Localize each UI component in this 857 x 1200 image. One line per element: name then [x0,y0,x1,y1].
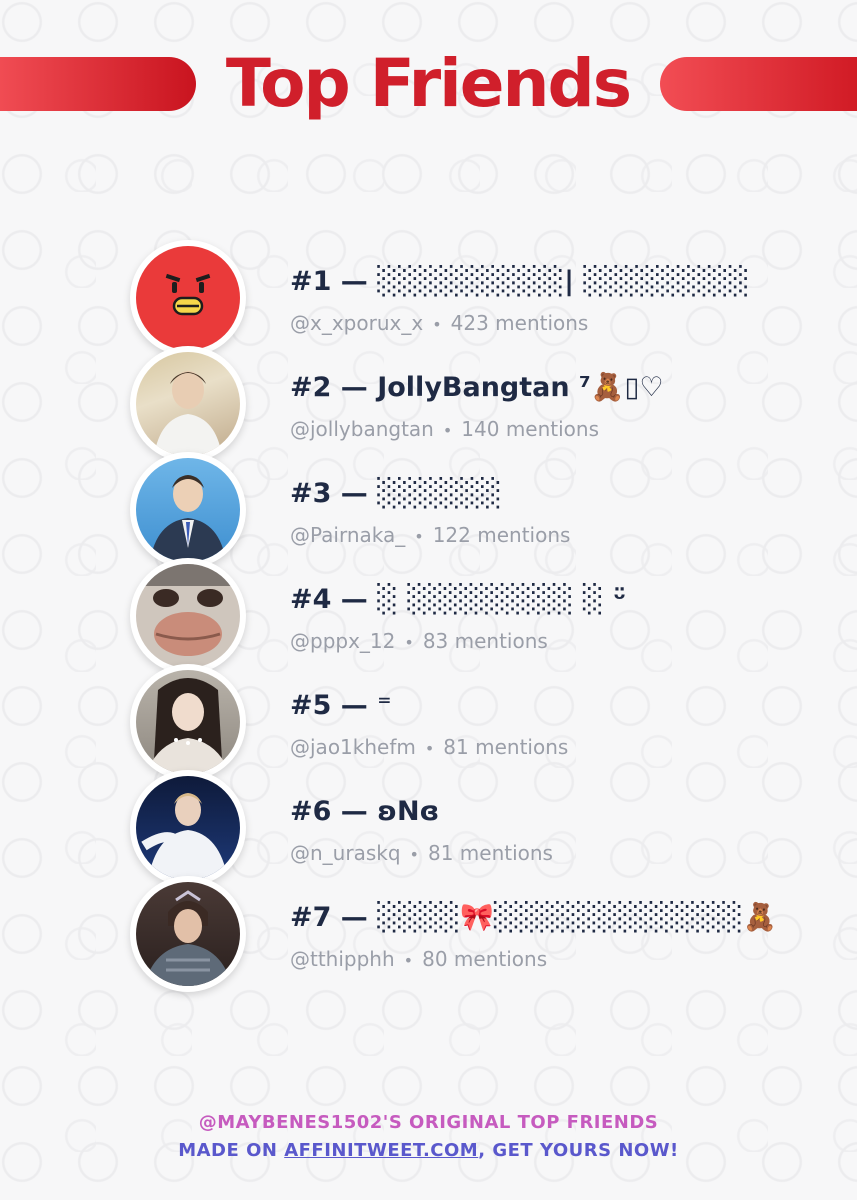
mention-count: 83 mentions [422,629,548,653]
friend-row-1[interactable]: #1 — ░░░░░░░░░| ░░░░░░░░ @x_xporux_x • 423… [0,240,857,356]
friend-meta: @pppx_12 • 83 mentions [290,627,548,655]
friend-row-5[interactable]: #5 — ⁼ @jao1khefm • 81 mentions [0,664,857,780]
friend-handle[interactable]: @Pairnaka_ [290,523,405,547]
footer-prefix: MADE ON [178,1140,285,1161]
separator-dot: • [404,633,414,652]
friend-row-4[interactable]: #4 — ░ ░░░░░░░░ ░ ᵕ̈ @pppx_12 • 83 mention… [0,558,857,674]
mention-count: 80 mentions [422,947,548,971]
avatar[interactable] [130,240,246,356]
friend-row-3[interactable]: #3 — ░░░░░░ @Pairnaka_ • 122 mentions [0,452,857,568]
person-photo-icon [136,882,240,986]
friend-display-name[interactable]: #7 — ░░░░🎀░░░░░░░░░░░░🧸 [290,900,777,936]
friend-display-name[interactable]: #3 — ░░░░░░ [290,476,502,512]
separator-dot: • [442,421,453,440]
red-bird-mascot-icon [136,246,240,350]
mention-count: 140 mentions [461,417,600,441]
person-photo-icon [136,458,240,562]
friend-handle[interactable]: @tthipphh [290,947,395,971]
person-photo-icon [136,352,240,456]
avatar[interactable] [130,558,246,674]
friend-meta: @x_xporux_x • 423 mentions [290,309,588,337]
mention-count: 122 mentions [432,523,571,547]
separator-dot: • [414,527,424,546]
footer-credit: @MAYBENES1502'S ORIGINAL TOP FRIENDS [198,1112,659,1133]
footer-suffix: , GET YOURS NOW! [478,1140,679,1161]
friend-meta: @jao1khefm • 81 mentions [290,733,568,761]
footer-cta: MADE ON AFFINITWEET.COM, GET YOURS NOW! [0,1140,857,1161]
avatar[interactable] [130,452,246,568]
friend-row-6[interactable]: #6 — ʚNɞ @n_uraskq • 81 mentions [0,770,857,886]
friend-display-name[interactable]: #4 — ░ ░░░░░░░░ ░ ᵕ̈ [290,582,626,618]
person-photo-icon [136,564,240,668]
friend-display-name[interactable]: #5 — ⁼ [290,688,391,724]
friend-handle[interactable]: @jao1khefm [290,735,416,759]
separator-dot: • [432,315,442,334]
affinitweet-link[interactable]: AFFINITWEET.COM [284,1140,478,1161]
avatar[interactable] [130,346,246,462]
mention-count: 423 mentions [450,311,589,335]
friend-handle[interactable]: @pppx_12 [290,629,395,653]
friend-handle[interactable]: @n_uraskq [290,841,401,865]
friend-display-name[interactable]: #1 — ░░░░░░░░░| ░░░░░░░░ [290,264,749,300]
header-bar-right [660,57,857,111]
friend-display-name[interactable]: #6 — ʚNɞ [290,794,439,830]
separator-dot: • [403,951,414,970]
friend-handle[interactable]: @x_xporux_x [290,311,423,335]
friend-meta: @tthipphh • 80 mentions [290,945,547,973]
page-title: Top Friends [225,45,632,122]
separator-dot: • [424,739,435,758]
separator-dot: • [409,845,419,864]
friend-row-7[interactable]: #7 — ░░░░🎀░░░░░░░░░░░░🧸 @tthipphh • 80 men… [0,876,857,992]
friend-handle[interactable]: @jollybangtan [290,417,434,441]
person-photo-icon [136,670,240,774]
mention-count: 81 mentions [443,735,569,759]
mention-count: 81 mentions [427,841,553,865]
friend-display-name[interactable]: #2 — JollyBangtan ⁷🧸▯♡ [290,370,664,406]
friend-meta: @Pairnaka_ • 122 mentions [290,521,570,549]
avatar[interactable] [130,876,246,992]
avatar[interactable] [130,770,246,886]
person-photo-icon [136,776,240,880]
friend-row-2[interactable]: #2 — JollyBangtan ⁷🧸▯♡ @jollybangtan • 140… [0,346,857,462]
header-bar-left [0,57,196,111]
friend-meta: @n_uraskq • 81 mentions [290,839,553,867]
friend-meta: @jollybangtan • 140 mentions [290,415,599,443]
avatar[interactable] [130,664,246,780]
